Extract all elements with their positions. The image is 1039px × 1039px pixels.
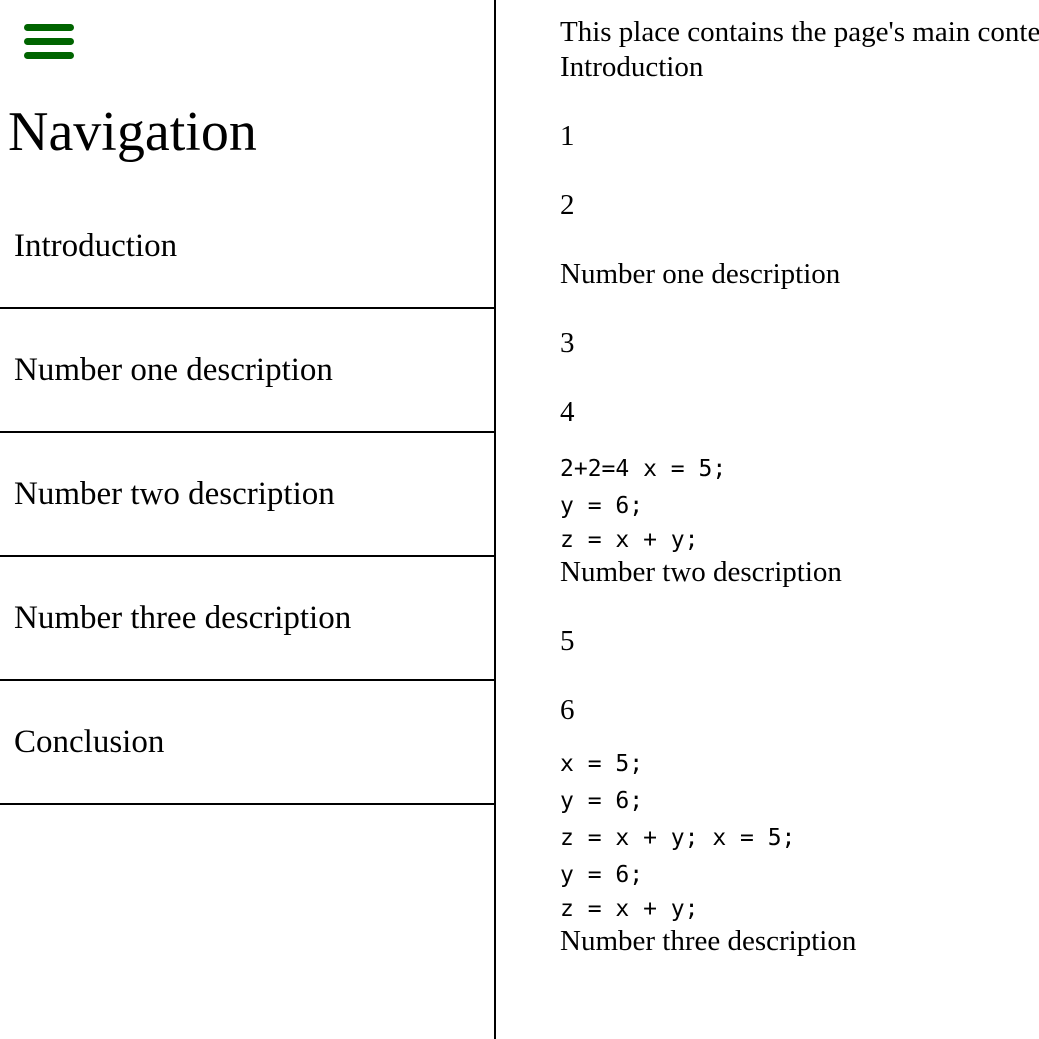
nav-item-number-three[interactable]: Number three description [0, 557, 494, 681]
nav-item-number-two[interactable]: Number two description [0, 433, 494, 557]
code-line: z = x + y; x = 5; [560, 825, 796, 851]
page: Navigation Introduction Number one descr… [0, 0, 1039, 1039]
main-content: This place contains the page's main cont… [560, 15, 1039, 959]
paragraph-2: 2 [560, 189, 575, 221]
hamburger-menu-icon[interactable] [24, 24, 74, 62]
navigation-title: Navigation [8, 101, 257, 163]
section-heading-introduction: Introduction [560, 51, 704, 83]
paragraph-3: 3 [560, 327, 575, 359]
sidebar: Navigation Introduction Number one descr… [0, 0, 496, 1039]
section-heading-number-one: Number one description [560, 258, 841, 290]
code-line: x = 5; [560, 751, 644, 777]
code-block-1: 2+2=4 x = 5; y = 6; z = x + y; [560, 451, 1039, 555]
main-intro-text: This place contains the page's main cont… [560, 16, 1039, 48]
code-line: z = x + y; [560, 527, 699, 553]
menu-bar-middle [24, 38, 74, 45]
code-line: y = 6; [560, 862, 644, 888]
code-line: z = x + y; [560, 896, 699, 922]
code-line: 2+2=4 x = 5; [560, 456, 727, 482]
paragraph-1: 1 [560, 120, 575, 152]
paragraph-6: 6 [560, 694, 575, 726]
code-line: y = 6; [560, 493, 644, 519]
section-heading-number-three: Number three description [560, 925, 857, 957]
nav-item-introduction[interactable]: Introduction [0, 186, 494, 309]
paragraph-4: 4 [560, 396, 575, 428]
nav-item-number-one[interactable]: Number one description [0, 309, 494, 433]
nav-list: Introduction Number one description Numb… [0, 186, 494, 805]
code-line: y = 6; [560, 788, 644, 814]
paragraph-5: 5 [560, 625, 575, 657]
nav-item-conclusion[interactable]: Conclusion [0, 681, 494, 805]
menu-bar-top [24, 24, 74, 31]
section-heading-number-two: Number two description [560, 556, 842, 588]
code-block-2: x = 5; y = 6; z = x + y; x = 5; y = 6; z = x… [560, 746, 1039, 924]
menu-bar-bottom [24, 52, 74, 59]
